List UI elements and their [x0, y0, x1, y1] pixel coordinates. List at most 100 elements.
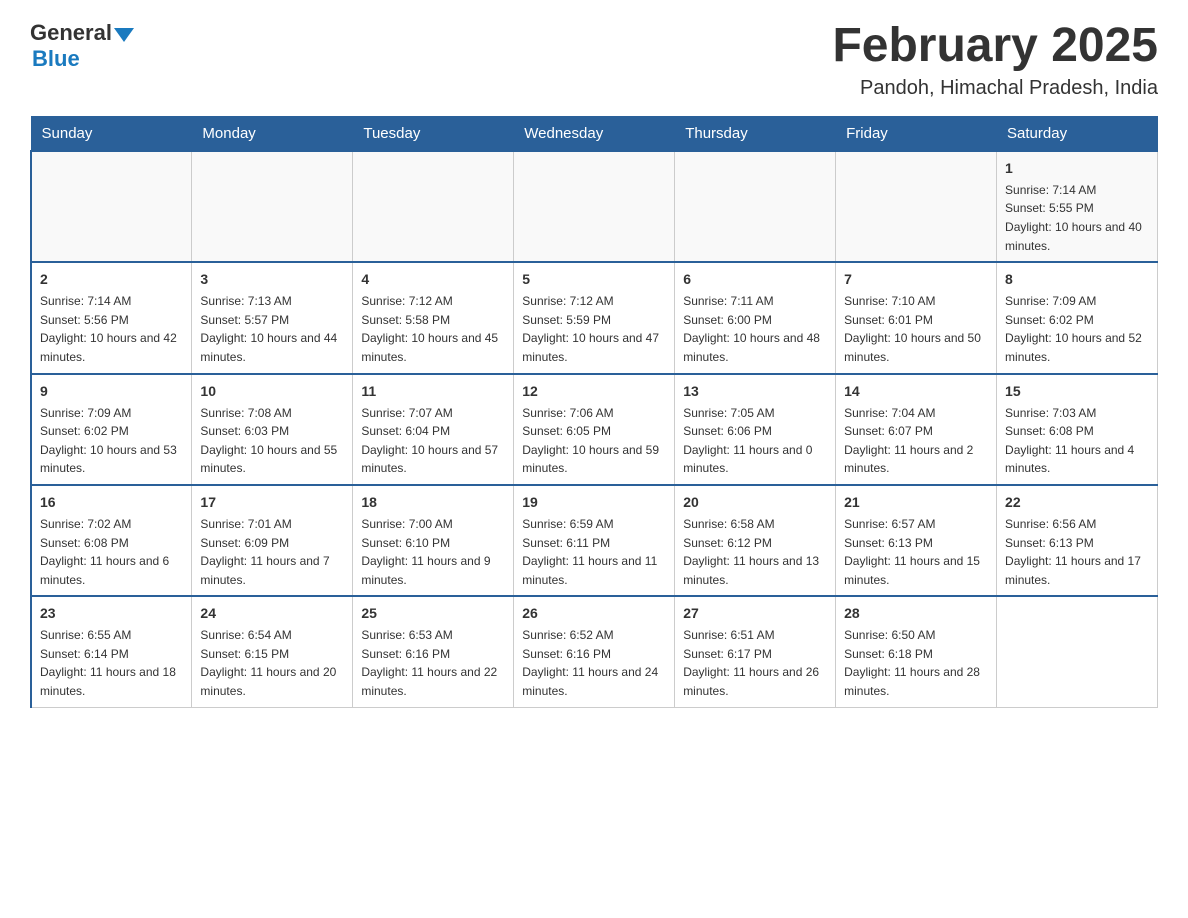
day-number: 26 — [522, 603, 666, 624]
day-info: Sunrise: 7:11 AM Sunset: 6:00 PM Dayligh… — [683, 292, 827, 366]
week-row-3: 9Sunrise: 7:09 AM Sunset: 6:02 PM Daylig… — [31, 374, 1158, 485]
day-number: 16 — [40, 492, 183, 513]
calendar-cell: 19Sunrise: 6:59 AM Sunset: 6:11 PM Dayli… — [514, 485, 675, 596]
week-row-2: 2Sunrise: 7:14 AM Sunset: 5:56 PM Daylig… — [31, 262, 1158, 373]
day-number: 11 — [361, 381, 505, 402]
day-number: 20 — [683, 492, 827, 513]
day-number: 2 — [40, 269, 183, 290]
calendar-cell — [514, 151, 675, 262]
calendar-cell: 18Sunrise: 7:00 AM Sunset: 6:10 PM Dayli… — [353, 485, 514, 596]
day-number: 5 — [522, 269, 666, 290]
calendar-cell — [836, 151, 997, 262]
day-number: 12 — [522, 381, 666, 402]
day-info: Sunrise: 7:02 AM Sunset: 6:08 PM Dayligh… — [40, 515, 183, 589]
calendar-cell: 25Sunrise: 6:53 AM Sunset: 6:16 PM Dayli… — [353, 596, 514, 707]
calendar-cell — [192, 151, 353, 262]
calendar-cell: 15Sunrise: 7:03 AM Sunset: 6:08 PM Dayli… — [997, 374, 1158, 485]
day-info: Sunrise: 7:03 AM Sunset: 6:08 PM Dayligh… — [1005, 404, 1149, 478]
day-number: 3 — [200, 269, 344, 290]
day-number: 27 — [683, 603, 827, 624]
calendar-cell: 22Sunrise: 6:56 AM Sunset: 6:13 PM Dayli… — [997, 485, 1158, 596]
day-info: Sunrise: 7:09 AM Sunset: 6:02 PM Dayligh… — [40, 404, 183, 478]
day-header-saturday: Saturday — [997, 116, 1158, 151]
day-header-sunday: Sunday — [31, 116, 192, 151]
calendar-cell: 6Sunrise: 7:11 AM Sunset: 6:00 PM Daylig… — [675, 262, 836, 373]
calendar-cell: 10Sunrise: 7:08 AM Sunset: 6:03 PM Dayli… — [192, 374, 353, 485]
day-info: Sunrise: 7:10 AM Sunset: 6:01 PM Dayligh… — [844, 292, 988, 366]
calendar-cell: 26Sunrise: 6:52 AM Sunset: 6:16 PM Dayli… — [514, 596, 675, 707]
day-info: Sunrise: 6:54 AM Sunset: 6:15 PM Dayligh… — [200, 626, 344, 700]
day-info: Sunrise: 6:57 AM Sunset: 6:13 PM Dayligh… — [844, 515, 988, 589]
day-info: Sunrise: 7:14 AM Sunset: 5:55 PM Dayligh… — [1005, 181, 1149, 255]
day-number: 9 — [40, 381, 183, 402]
logo-general: General — [30, 20, 112, 46]
logo-top: General — [30, 20, 136, 46]
day-number: 14 — [844, 381, 988, 402]
calendar-cell: 11Sunrise: 7:07 AM Sunset: 6:04 PM Dayli… — [353, 374, 514, 485]
day-headers-row: SundayMondayTuesdayWednesdayThursdayFrid… — [31, 116, 1158, 151]
day-header-friday: Friday — [836, 116, 997, 151]
week-row-4: 16Sunrise: 7:02 AM Sunset: 6:08 PM Dayli… — [31, 485, 1158, 596]
day-number: 19 — [522, 492, 666, 513]
day-info: Sunrise: 7:13 AM Sunset: 5:57 PM Dayligh… — [200, 292, 344, 366]
calendar-cell: 5Sunrise: 7:12 AM Sunset: 5:59 PM Daylig… — [514, 262, 675, 373]
day-info: Sunrise: 7:07 AM Sunset: 6:04 PM Dayligh… — [361, 404, 505, 478]
calendar-table: SundayMondayTuesdayWednesdayThursdayFrid… — [30, 116, 1158, 708]
calendar-cell — [997, 596, 1158, 707]
day-number: 21 — [844, 492, 988, 513]
day-number: 22 — [1005, 492, 1149, 513]
day-number: 4 — [361, 269, 505, 290]
day-number: 15 — [1005, 381, 1149, 402]
calendar-subtitle: Pandoh, Himachal Pradesh, India — [832, 77, 1158, 100]
calendar-cell: 23Sunrise: 6:55 AM Sunset: 6:14 PM Dayli… — [31, 596, 192, 707]
day-info: Sunrise: 6:51 AM Sunset: 6:17 PM Dayligh… — [683, 626, 827, 700]
logo-blue: Blue — [32, 46, 80, 72]
day-info: Sunrise: 7:12 AM Sunset: 5:59 PM Dayligh… — [522, 292, 666, 366]
calendar-cell: 12Sunrise: 7:06 AM Sunset: 6:05 PM Dayli… — [514, 374, 675, 485]
calendar-cell: 21Sunrise: 6:57 AM Sunset: 6:13 PM Dayli… — [836, 485, 997, 596]
day-number: 6 — [683, 269, 827, 290]
calendar-cell: 27Sunrise: 6:51 AM Sunset: 6:17 PM Dayli… — [675, 596, 836, 707]
logo-arrow-icon — [114, 28, 134, 42]
day-info: Sunrise: 7:06 AM Sunset: 6:05 PM Dayligh… — [522, 404, 666, 478]
day-info: Sunrise: 6:58 AM Sunset: 6:12 PM Dayligh… — [683, 515, 827, 589]
day-number: 13 — [683, 381, 827, 402]
day-info: Sunrise: 7:14 AM Sunset: 5:56 PM Dayligh… — [40, 292, 183, 366]
calendar-body: 1Sunrise: 7:14 AM Sunset: 5:55 PM Daylig… — [31, 151, 1158, 707]
calendar-cell: 7Sunrise: 7:10 AM Sunset: 6:01 PM Daylig… — [836, 262, 997, 373]
day-header-thursday: Thursday — [675, 116, 836, 151]
page-header: General Blue February 2025 Pandoh, Himac… — [30, 20, 1158, 100]
calendar-cell: 4Sunrise: 7:12 AM Sunset: 5:58 PM Daylig… — [353, 262, 514, 373]
week-row-1: 1Sunrise: 7:14 AM Sunset: 5:55 PM Daylig… — [31, 151, 1158, 262]
day-number: 23 — [40, 603, 183, 624]
calendar-cell: 1Sunrise: 7:14 AM Sunset: 5:55 PM Daylig… — [997, 151, 1158, 262]
calendar-cell: 20Sunrise: 6:58 AM Sunset: 6:12 PM Dayli… — [675, 485, 836, 596]
day-header-tuesday: Tuesday — [353, 116, 514, 151]
day-info: Sunrise: 6:52 AM Sunset: 6:16 PM Dayligh… — [522, 626, 666, 700]
day-info: Sunrise: 7:12 AM Sunset: 5:58 PM Dayligh… — [361, 292, 505, 366]
calendar-cell: 13Sunrise: 7:05 AM Sunset: 6:06 PM Dayli… — [675, 374, 836, 485]
day-info: Sunrise: 7:09 AM Sunset: 6:02 PM Dayligh… — [1005, 292, 1149, 366]
day-info: Sunrise: 6:50 AM Sunset: 6:18 PM Dayligh… — [844, 626, 988, 700]
calendar-cell: 14Sunrise: 7:04 AM Sunset: 6:07 PM Dayli… — [836, 374, 997, 485]
day-info: Sunrise: 6:59 AM Sunset: 6:11 PM Dayligh… — [522, 515, 666, 589]
calendar-cell: 28Sunrise: 6:50 AM Sunset: 6:18 PM Dayli… — [836, 596, 997, 707]
calendar-cell: 9Sunrise: 7:09 AM Sunset: 6:02 PM Daylig… — [31, 374, 192, 485]
calendar-cell — [31, 151, 192, 262]
day-info: Sunrise: 7:08 AM Sunset: 6:03 PM Dayligh… — [200, 404, 344, 478]
calendar-cell: 17Sunrise: 7:01 AM Sunset: 6:09 PM Dayli… — [192, 485, 353, 596]
title-block: February 2025 Pandoh, Himachal Pradesh, … — [832, 20, 1158, 100]
day-info: Sunrise: 6:56 AM Sunset: 6:13 PM Dayligh… — [1005, 515, 1149, 589]
day-number: 25 — [361, 603, 505, 624]
day-header-wednesday: Wednesday — [514, 116, 675, 151]
calendar-header: SundayMondayTuesdayWednesdayThursdayFrid… — [31, 116, 1158, 151]
day-info: Sunrise: 7:05 AM Sunset: 6:06 PM Dayligh… — [683, 404, 827, 478]
calendar-cell — [353, 151, 514, 262]
calendar-title: February 2025 — [832, 20, 1158, 73]
day-number: 1 — [1005, 158, 1149, 179]
logo: General Blue — [30, 20, 136, 72]
day-number: 28 — [844, 603, 988, 624]
day-number: 24 — [200, 603, 344, 624]
day-info: Sunrise: 7:01 AM Sunset: 6:09 PM Dayligh… — [200, 515, 344, 589]
day-header-monday: Monday — [192, 116, 353, 151]
